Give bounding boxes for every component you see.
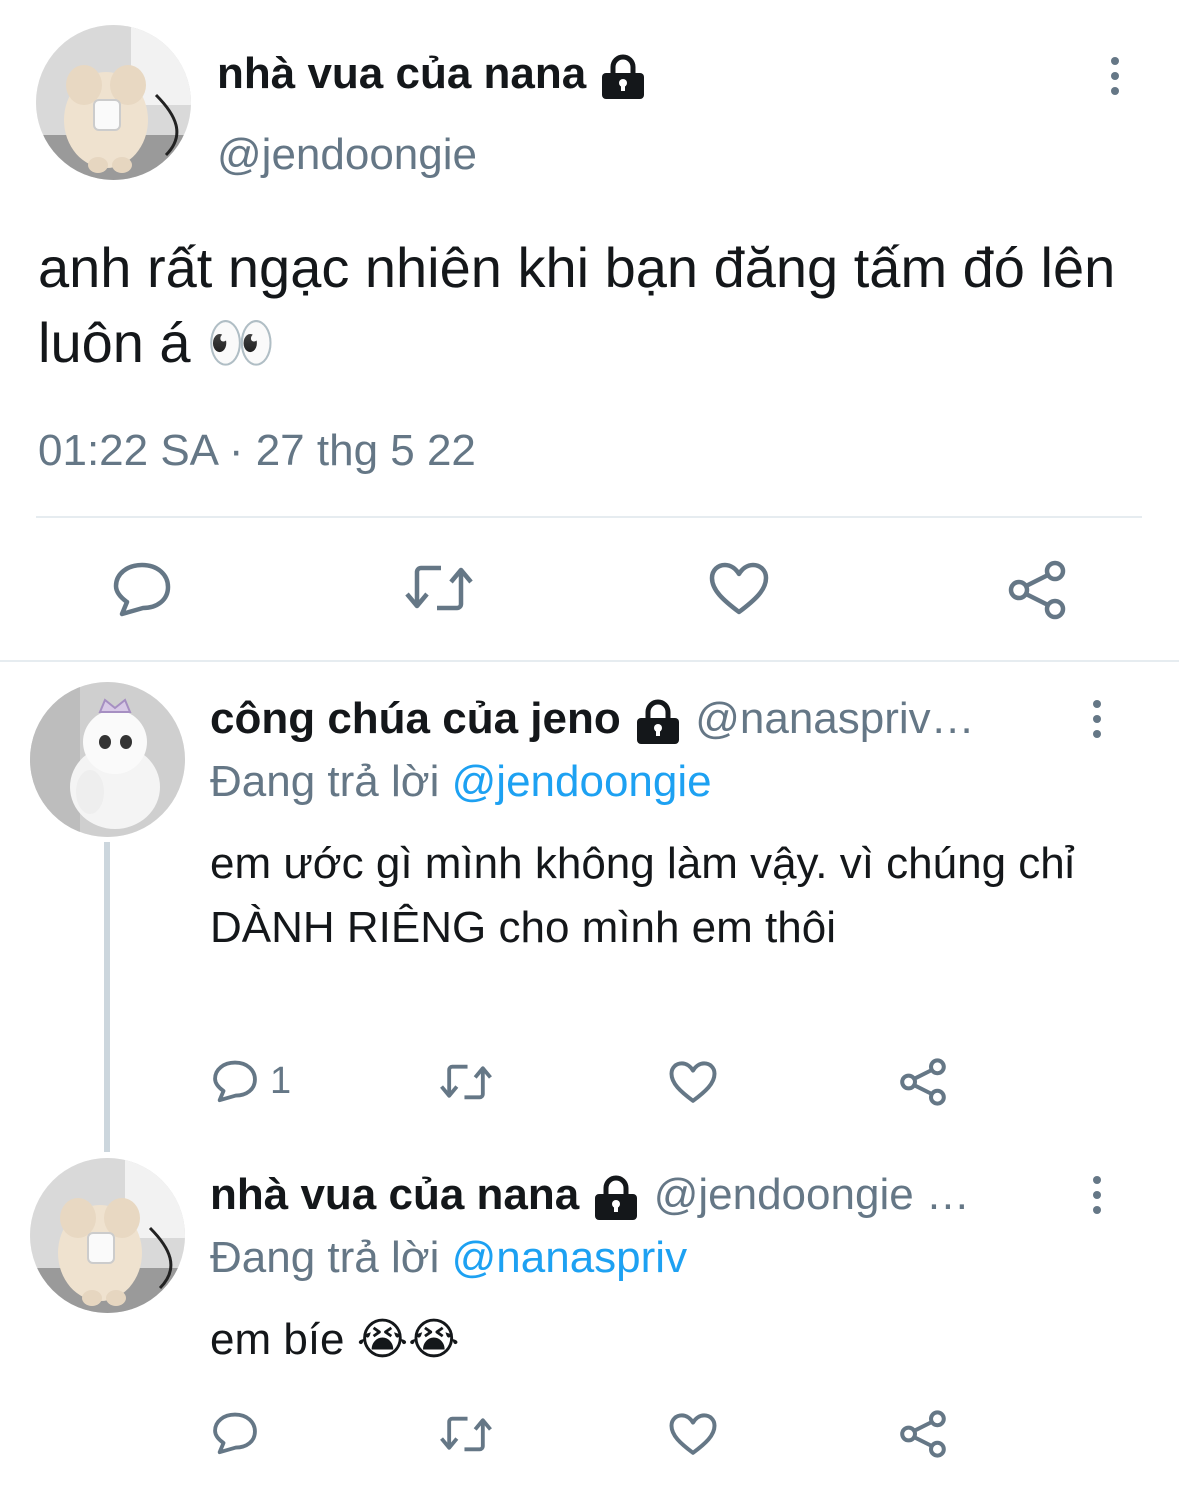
more-options-icon[interactable] [1103, 57, 1127, 95]
retweet-button[interactable] [405, 562, 473, 614]
like-icon [669, 1061, 717, 1103]
reply-header: công chúa của jeno @nanaspriv… [210, 692, 1070, 746]
author-handle[interactable]: @jendoongie [217, 128, 477, 182]
reply-text: em bíe 😭😭 [210, 1315, 460, 1364]
reply-icon [213, 1412, 257, 1455]
reply-avatar[interactable] [30, 1158, 185, 1313]
reply-icon [113, 562, 171, 617]
like-button[interactable] [669, 1413, 717, 1456]
like-button[interactable] [709, 562, 769, 616]
reply-button[interactable]: 1 [212, 1058, 291, 1104]
author-display-name[interactable]: nhà vua của nana [217, 49, 586, 98]
dog-photo-icon [36, 25, 191, 180]
share-button[interactable] [899, 1410, 947, 1458]
tweet-text: anh rất ngạc nhiên khi bạn đăng tấm đó l… [38, 236, 1116, 374]
reply-count: 1 [270, 1059, 292, 1102]
share-button[interactable] [899, 1058, 947, 1106]
reply-avatar[interactable] [30, 682, 185, 837]
reply-handle[interactable]: @nanaspriv… [695, 694, 974, 743]
like-button[interactable] [669, 1061, 717, 1104]
reply-display-name[interactable]: nhà vua của nana [210, 1170, 579, 1219]
more-options-icon[interactable] [1085, 1176, 1109, 1214]
tweet-timestamp[interactable]: 01:22 SA · 27 thg 5 22 [38, 424, 476, 478]
replying-to-row: Đang trả lời @nanaspriv [210, 1231, 687, 1285]
like-icon [709, 562, 769, 615]
author-avatar[interactable] [36, 25, 191, 180]
retweet-icon [440, 1416, 492, 1452]
replying-label: Đang trả lời [210, 757, 440, 806]
retweet-button[interactable] [440, 1414, 492, 1454]
share-icon [900, 1058, 946, 1106]
divider [36, 516, 1142, 518]
dog-photo-icon [30, 1158, 185, 1313]
share-button[interactable] [1007, 560, 1067, 620]
replying-label: Đang trả lời [210, 1233, 440, 1282]
replying-to-link[interactable]: @nanaspriv [452, 1233, 687, 1282]
reply-display-name[interactable]: công chúa của jeno [210, 694, 621, 743]
share-icon [900, 1410, 946, 1458]
reply-header: nhà vua của nana @jendoongie … [210, 1168, 1070, 1222]
lock-icon [595, 1175, 638, 1221]
retweet-button[interactable] [440, 1062, 492, 1102]
more-options-icon[interactable] [1085, 700, 1109, 738]
lock-icon [636, 699, 679, 745]
reply-text: em ước gì mình không làm vậy. vì chúng c… [210, 839, 1075, 952]
author-name-row: nhà vua của nana [217, 47, 648, 101]
reply-button[interactable] [212, 1410, 270, 1456]
thread-line [104, 842, 110, 1152]
like-icon [669, 1413, 717, 1455]
retweet-icon [405, 565, 473, 611]
section-divider [0, 660, 1179, 662]
reply-handle[interactable]: @jendoongie … [654, 1170, 970, 1219]
lock-icon [602, 54, 645, 100]
reply-button[interactable] [112, 560, 172, 618]
replying-to-link[interactable]: @jendoongie [452, 757, 712, 806]
cat-photo-icon [30, 682, 185, 837]
retweet-icon [440, 1064, 492, 1100]
share-icon [1008, 560, 1066, 620]
reply-icon [213, 1060, 257, 1103]
replying-to-row: Đang trả lời @jendoongie [210, 755, 712, 809]
